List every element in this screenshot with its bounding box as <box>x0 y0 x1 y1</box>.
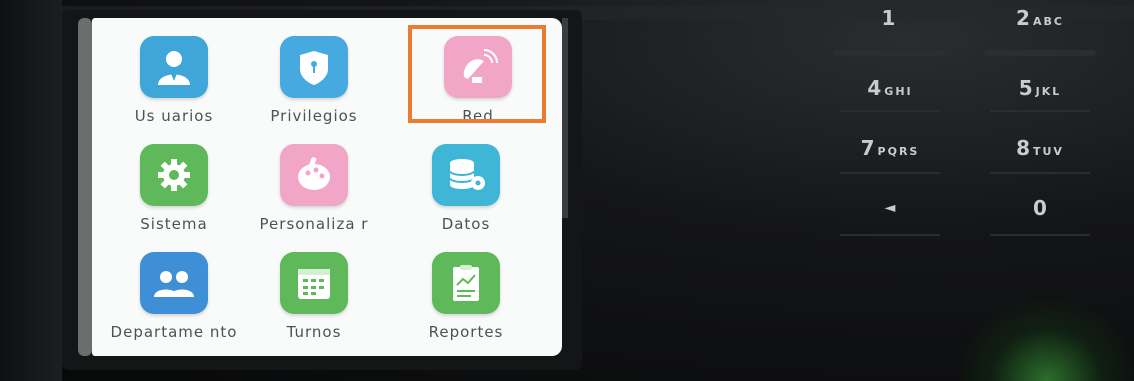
menu-item-label: Turnos <box>286 323 342 341</box>
key-divider <box>840 234 940 236</box>
key-letters: TUV <box>1032 145 1064 158</box>
selection-highlight <box>408 25 546 123</box>
key-number: 1 <box>881 6 896 30</box>
fingerprint-sensor-glow <box>960 300 1134 381</box>
menu-item-datos[interactable]: Datos <box>396 136 536 246</box>
screen-edge <box>78 18 92 356</box>
menu-item-turnos[interactable]: Turnos <box>244 244 384 354</box>
key-1[interactable]: 1 <box>830 6 950 56</box>
back-arrow-icon: ◄ <box>884 200 896 216</box>
menu-item-usuarios[interactable]: Us uarios <box>104 28 244 138</box>
shield-icon <box>280 36 348 98</box>
menu-item-personalizar[interactable]: Personaliza r <box>244 136 384 246</box>
key-letters: PQRS <box>877 145 920 158</box>
key-letters: ABC <box>1032 15 1064 28</box>
key-number: 4 <box>867 76 882 100</box>
key-number: 2 <box>1016 6 1030 30</box>
device-left-edge <box>0 0 62 381</box>
key-number: 0 <box>1033 196 1047 220</box>
menu-item-privilegios[interactable]: Privilegios <box>244 28 384 138</box>
menu-item-departamento[interactable]: Departame nto <box>104 244 244 354</box>
menu-item-label: Departame nto <box>110 323 238 341</box>
report-icon <box>432 252 500 314</box>
menu-item-label: Datos <box>441 215 491 233</box>
user-icon <box>140 36 208 98</box>
key-number: 8 <box>1016 136 1030 160</box>
key-divider <box>990 234 1090 236</box>
key-divider <box>990 110 1090 112</box>
key-divider <box>840 110 940 112</box>
menu-item-label: Sistema <box>140 215 208 233</box>
palette-icon <box>280 144 348 206</box>
key-7[interactable]: 7 PQRS <box>830 136 950 176</box>
key-bar <box>984 50 1096 56</box>
menu-item-sistema[interactable]: Sistema <box>104 136 244 246</box>
screen-scrollbar <box>562 18 568 218</box>
key-bar <box>834 50 946 56</box>
key-8[interactable]: 8 TUV <box>980 136 1100 176</box>
key-divider <box>990 172 1090 174</box>
key-letters: JKL <box>1035 85 1062 98</box>
menu-item-reportes[interactable]: Reportes <box>396 244 536 354</box>
key-letters: GHI <box>884 85 913 98</box>
key-divider <box>840 172 940 174</box>
gear-icon <box>140 144 208 206</box>
key-back[interactable]: ◄ <box>830 196 950 236</box>
menu-item-label: Us uarios <box>134 107 214 125</box>
menu-item-label: Personaliza r <box>259 215 369 233</box>
key-number: 5 <box>1018 76 1033 100</box>
menu-item-label: Privilegios <box>270 107 358 125</box>
menu-item-label: Reportes <box>428 323 504 341</box>
key-2[interactable]: 2 ABC <box>980 6 1100 56</box>
calendar-icon <box>280 252 348 314</box>
key-0[interactable]: 0 <box>980 196 1100 236</box>
key-number: 7 <box>860 136 875 160</box>
database-icon <box>432 144 500 206</box>
group-icon <box>140 252 208 314</box>
